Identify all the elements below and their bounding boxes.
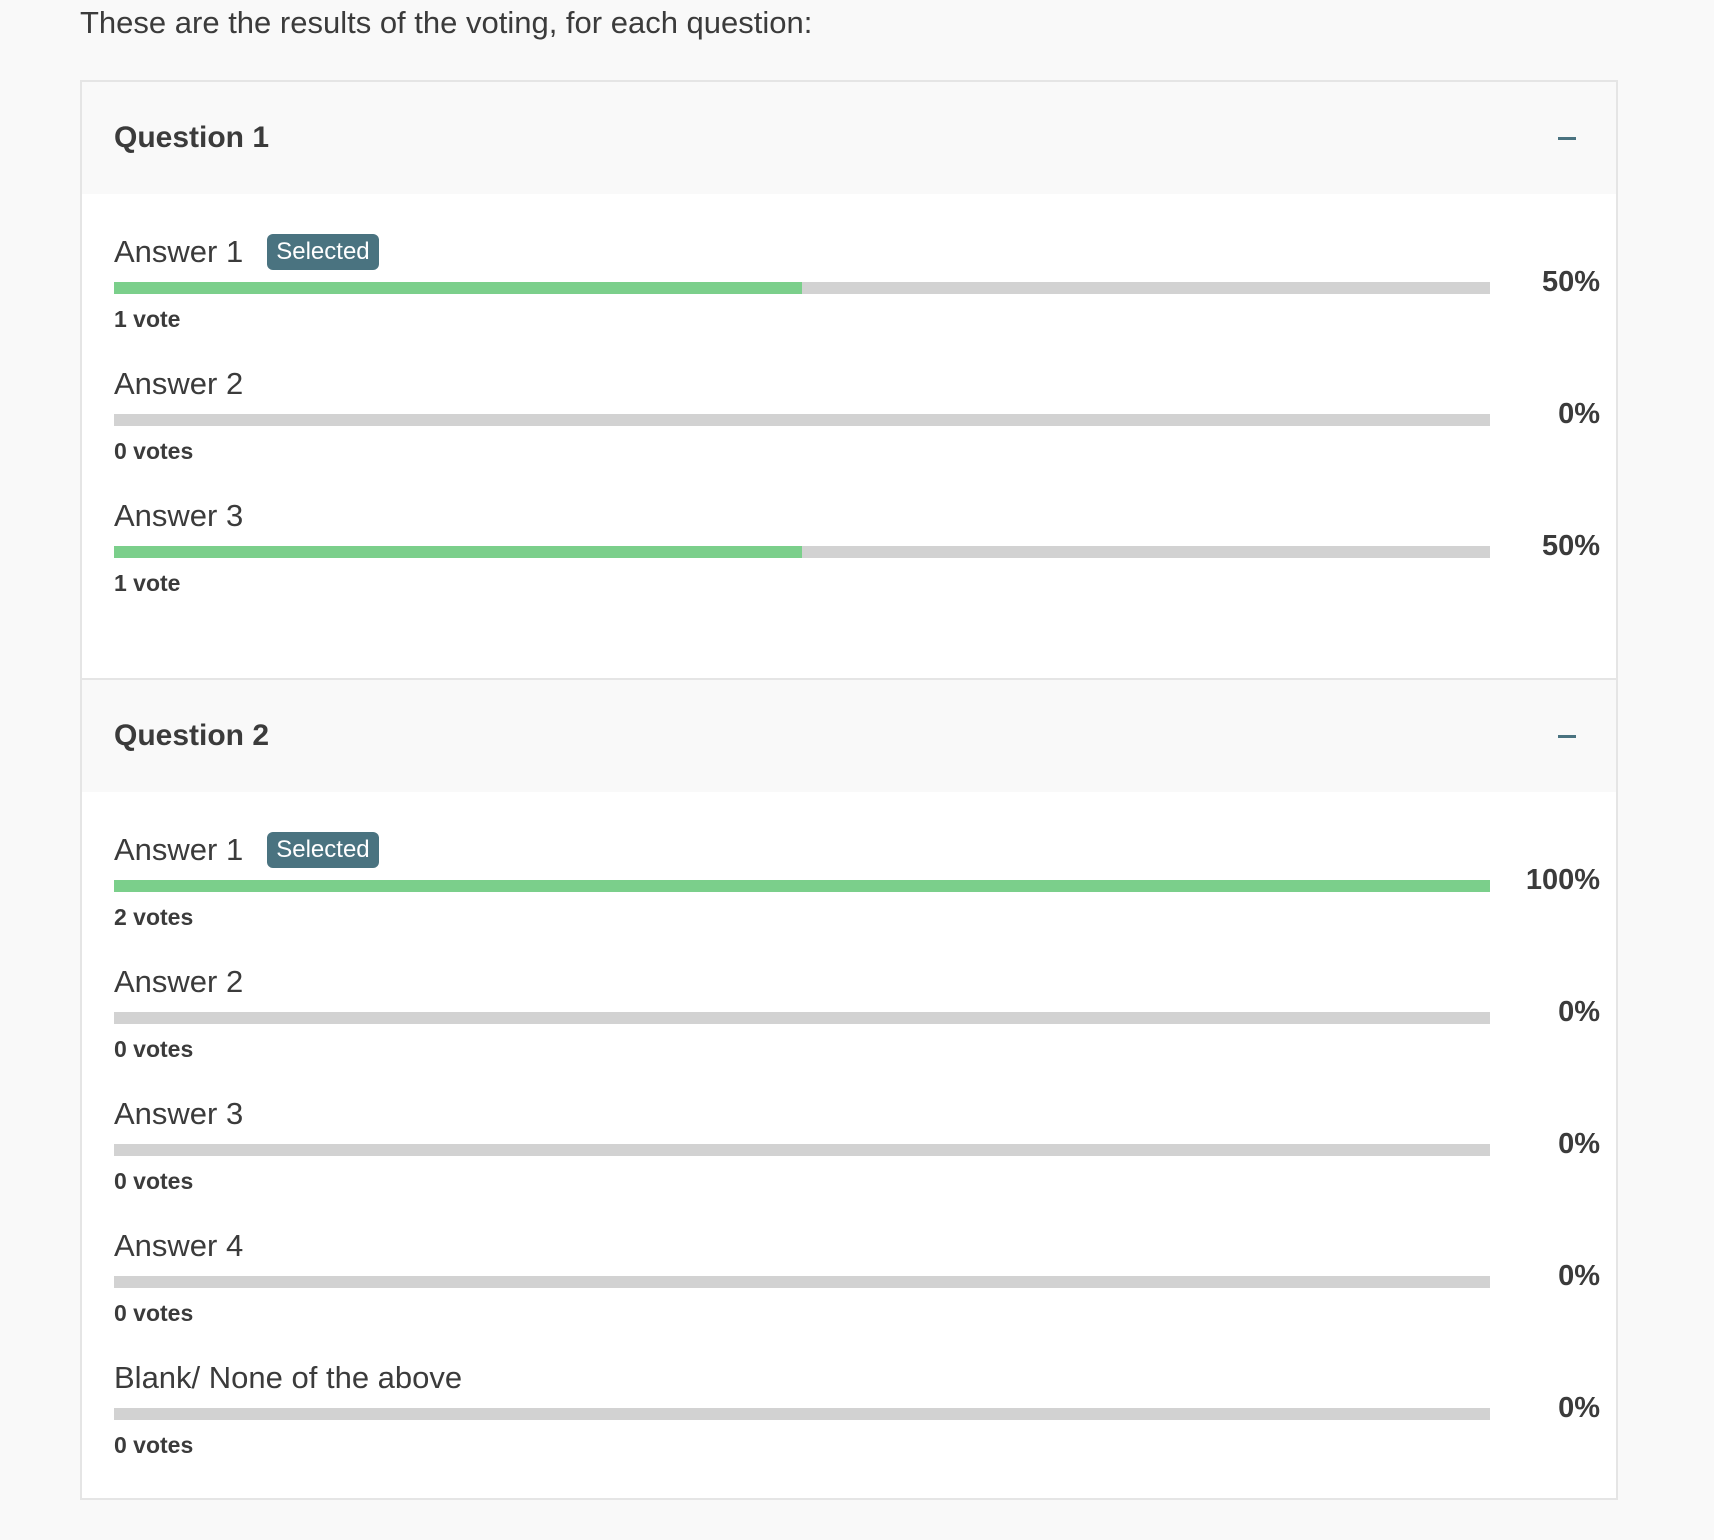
- vote-count: 0 votes: [114, 1432, 194, 1458]
- selected-badge: Selected: [267, 234, 379, 270]
- answer-result-row: Answer 4 0 votes 0%: [82, 1226, 1616, 1358]
- answer-result-row: Answer 1 Selected 1 vote 50%: [82, 232, 1616, 364]
- vote-count: 0 votes: [114, 1168, 194, 1194]
- question-section: Question 2 Answer 1 Selected 2 votes 100…: [82, 678, 1616, 1540]
- result-bar-track: [114, 546, 1490, 558]
- collapse-minus-icon[interactable]: [1550, 121, 1584, 155]
- result-percentage: 0%: [1558, 398, 1600, 430]
- answer-label: Answer 3: [114, 1096, 244, 1131]
- answer-label: Answer 1: [114, 234, 244, 269]
- voting-results-panel: Question 1 Answer 1 Selected 1 vote 50% …: [80, 80, 1618, 1500]
- answer-label: Answer 2: [114, 964, 244, 999]
- question-header[interactable]: Question 2: [82, 680, 1616, 792]
- vote-count: 0 votes: [114, 1300, 194, 1326]
- answer-result-row: Answer 3 0 votes 0%: [82, 1094, 1616, 1226]
- answer-list: Answer 1 Selected 2 votes 100% Answer 2 …: [82, 792, 1616, 1540]
- question-title: Question 2: [114, 719, 270, 752]
- result-percentage: 50%: [1541, 530, 1600, 562]
- result-percentage: 0%: [1558, 1260, 1600, 1292]
- result-bar-track: [114, 880, 1490, 892]
- answer-result-row: Answer 2 0 votes 0%: [82, 962, 1616, 1094]
- result-bar-track: [114, 1408, 1490, 1420]
- collapse-minus-icon[interactable]: [1550, 719, 1584, 753]
- result-percentage: 0%: [1558, 996, 1600, 1028]
- vote-count: 2 votes: [114, 904, 194, 930]
- result-percentage: 0%: [1558, 1128, 1600, 1160]
- selected-badge: Selected: [267, 832, 379, 868]
- result-bar-fill: [114, 880, 1490, 892]
- answer-result-row: Answer 3 1 vote 50%: [82, 496, 1616, 628]
- answer-label: Blank/ None of the above: [114, 1360, 463, 1395]
- vote-count: 0 votes: [114, 438, 194, 464]
- answer-label: Answer 3: [114, 498, 244, 533]
- result-bar-track: [114, 282, 1490, 294]
- answer-label: Answer 4: [114, 1228, 244, 1263]
- result-percentage: 100%: [1525, 864, 1600, 896]
- answer-result-row: Blank/ None of the above 0 votes 0%: [82, 1358, 1616, 1490]
- answer-result-row: Answer 1 Selected 2 votes 100%: [82, 830, 1616, 962]
- result-bar-fill: [114, 546, 802, 558]
- answer-label: Answer 2: [114, 366, 244, 401]
- result-bar-track: [114, 414, 1490, 426]
- question-title: Question 1: [114, 121, 270, 154]
- vote-count: 0 votes: [114, 1036, 194, 1062]
- answer-list: Answer 1 Selected 1 vote 50% Answer 2 0 …: [82, 194, 1616, 678]
- result-bar-fill: [114, 282, 802, 294]
- answer-label: Answer 1: [114, 832, 244, 867]
- result-percentage: 0%: [1558, 1392, 1600, 1424]
- answer-result-row: Answer 2 0 votes 0%: [82, 364, 1616, 496]
- result-bar-track: [114, 1012, 1490, 1024]
- question-section: Question 1 Answer 1 Selected 1 vote 50% …: [82, 82, 1616, 678]
- result-percentage: 50%: [1541, 266, 1600, 298]
- vote-count: 1 vote: [114, 306, 181, 332]
- result-bar-track: [114, 1144, 1490, 1156]
- question-header[interactable]: Question 1: [82, 82, 1616, 194]
- result-bar-track: [114, 1276, 1490, 1288]
- results-intro-text: These are the results of the voting, for…: [80, 5, 813, 40]
- vote-count: 1 vote: [114, 570, 181, 596]
